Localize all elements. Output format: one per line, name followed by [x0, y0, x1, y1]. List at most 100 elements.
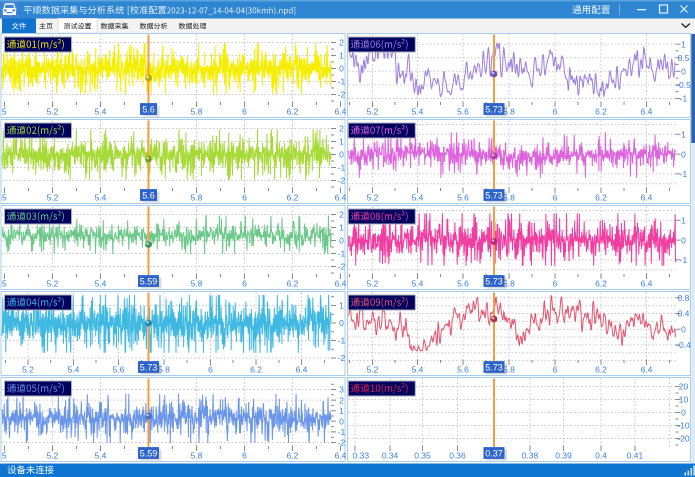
svg-text:5.6: 5.6: [457, 365, 469, 375]
svg-text:5.2: 5.2: [367, 193, 379, 203]
svg-text:-2: -2: [338, 176, 346, 186]
svg-text:6.4: 6.4: [641, 365, 653, 375]
svg-text:5.73: 5.73: [485, 104, 503, 114]
svg-text:2: 2: [339, 124, 344, 134]
svg-text:6: 6: [553, 107, 558, 117]
svg-text:5.73: 5.73: [485, 190, 503, 200]
svg-text:2: 2: [339, 210, 344, 220]
svg-text:6.4: 6.4: [296, 365, 308, 375]
svg-text:5.4: 5.4: [412, 193, 424, 203]
svg-text:5.8: 5.8: [191, 193, 203, 203]
svg-text:5.8: 5.8: [191, 451, 203, 461]
svg-text:5.2: 5.2: [47, 107, 59, 117]
svg-text:5.6: 5.6: [113, 365, 125, 375]
svg-text:-2: -2: [338, 262, 346, 272]
svg-text:5.6: 5.6: [142, 104, 155, 114]
svg-text:5.4: 5.4: [95, 451, 107, 461]
svg-text:6.2: 6.2: [287, 279, 299, 289]
svg-text:-2: -2: [338, 90, 346, 100]
svg-text:-2: -2: [338, 438, 346, 448]
svg-text:0.37: 0.37: [485, 448, 503, 458]
svg-text:5.8: 5.8: [191, 279, 203, 289]
svg-text:0: 0: [681, 324, 686, 334]
svg-text:5.4: 5.4: [95, 279, 107, 289]
svg-text:5: 5: [2, 279, 7, 289]
svg-text:6.2: 6.2: [250, 365, 262, 375]
svg-text:6.4: 6.4: [335, 451, 347, 461]
svg-text:-1: -1: [338, 336, 346, 346]
svg-text:6: 6: [553, 365, 558, 375]
svg-text:0: 0: [339, 318, 344, 328]
svg-text:1: 1: [339, 406, 344, 416]
svg-text:0: 0: [681, 235, 686, 245]
svg-text:5.4: 5.4: [412, 279, 424, 289]
svg-text:6.4: 6.4: [335, 107, 347, 117]
svg-text:5.2: 5.2: [47, 193, 59, 203]
svg-text:5.2: 5.2: [367, 365, 379, 375]
svg-text:1: 1: [339, 301, 344, 311]
svg-text:0.39: 0.39: [555, 451, 572, 461]
svg-text:-1: -1: [338, 427, 346, 437]
svg-text:10: 10: [679, 395, 689, 405]
svg-text:-20: -20: [677, 434, 690, 444]
svg-text:0.38: 0.38: [522, 451, 539, 461]
svg-text:0.4: 0.4: [678, 309, 690, 319]
svg-text:20: 20: [679, 382, 689, 392]
svg-text:5.4: 5.4: [412, 365, 424, 375]
svg-text:5.6: 5.6: [142, 190, 155, 200]
svg-text:1: 1: [681, 216, 686, 226]
svg-text:5.59: 5.59: [140, 448, 158, 458]
svg-text:-0.4: -0.4: [676, 340, 691, 350]
svg-text:5.6: 5.6: [457, 107, 469, 117]
svg-text:0.4: 0.4: [595, 451, 607, 461]
svg-text:5.2: 5.2: [47, 279, 59, 289]
svg-text:0: 0: [339, 417, 344, 427]
svg-text:6.4: 6.4: [641, 107, 653, 117]
svg-text:1: 1: [339, 51, 344, 61]
svg-text:6: 6: [242, 451, 247, 461]
svg-text:6: 6: [553, 279, 558, 289]
svg-text:0: 0: [681, 408, 686, 418]
svg-text:3: 3: [339, 385, 344, 395]
svg-text:2: 2: [339, 38, 344, 48]
svg-text:6.4: 6.4: [335, 193, 347, 203]
svg-text:0: 0: [681, 149, 686, 159]
svg-text:5.4: 5.4: [68, 365, 80, 375]
svg-text:6: 6: [242, 107, 247, 117]
svg-text:-1: -1: [680, 255, 688, 265]
svg-text:-0.5: -0.5: [676, 80, 691, 90]
svg-text:5.73: 5.73: [140, 362, 158, 372]
svg-text:-2: -2: [338, 353, 346, 363]
svg-text:6.2: 6.2: [287, 107, 299, 117]
svg-text:5.4: 5.4: [95, 193, 107, 203]
svg-text:0.34: 0.34: [382, 451, 399, 461]
svg-text:6.2: 6.2: [287, 451, 299, 461]
svg-text:5.8: 5.8: [191, 107, 203, 117]
svg-text:0: 0: [339, 64, 344, 74]
svg-text:0.36: 0.36: [449, 451, 466, 461]
svg-text:5.6: 5.6: [457, 193, 469, 203]
svg-text:5: 5: [2, 107, 7, 117]
svg-text:5.2: 5.2: [367, 279, 379, 289]
svg-text:6.2: 6.2: [595, 279, 607, 289]
svg-text:6: 6: [553, 193, 558, 203]
svg-text:5.2: 5.2: [22, 365, 34, 375]
svg-text:5.73: 5.73: [485, 362, 503, 372]
svg-text:-1: -1: [680, 169, 688, 179]
svg-text:5: 5: [2, 193, 7, 203]
svg-text:6.2: 6.2: [595, 193, 607, 203]
svg-text:6: 6: [208, 365, 213, 375]
svg-text:0: 0: [681, 67, 686, 77]
svg-text:0.33: 0.33: [353, 451, 370, 461]
svg-text:1: 1: [681, 130, 686, 140]
svg-text:5.59: 5.59: [140, 276, 158, 286]
svg-text:1: 1: [339, 223, 344, 233]
svg-text:5.4: 5.4: [95, 107, 107, 117]
svg-text:1: 1: [681, 39, 686, 49]
svg-text:5.2: 5.2: [47, 451, 59, 461]
svg-text:5.6: 5.6: [457, 279, 469, 289]
svg-text:0.41: 0.41: [627, 451, 644, 461]
svg-text:5.4: 5.4: [412, 107, 424, 117]
svg-text:6.4: 6.4: [641, 279, 653, 289]
svg-text:5.2: 5.2: [367, 107, 379, 117]
